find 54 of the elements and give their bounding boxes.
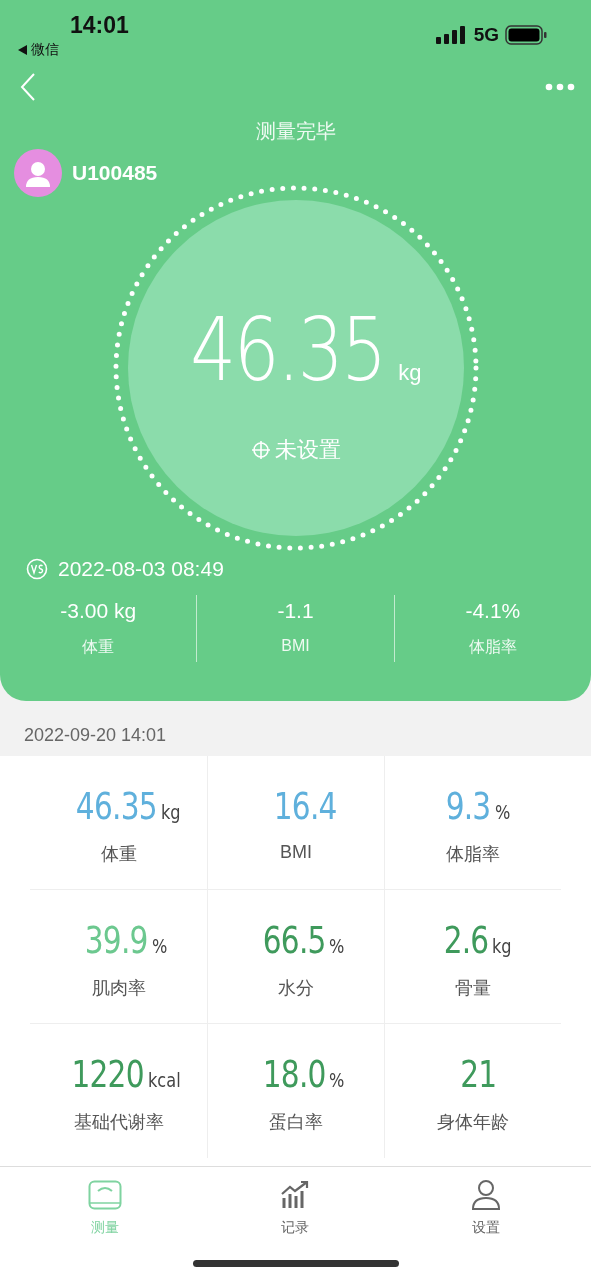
battery-icon [505, 25, 547, 45]
weight-value: 46.35 [190, 297, 385, 401]
metric-unit: % [494, 801, 511, 823]
metric-unit: % [151, 935, 168, 957]
metric-unit: kg [492, 935, 512, 957]
metric-label: 体脂率 [446, 843, 500, 866]
metric-value: 9.3 [445, 784, 491, 828]
status-time: 14:01 [70, 12, 129, 39]
compare-date: 2022-08-03 08:49 [58, 557, 224, 581]
metric-label: 肌肉率 [91, 977, 146, 1000]
metric-label: 水分 [278, 977, 314, 1000]
back-app-link[interactable]: 微信 [31, 41, 59, 59]
metric-value: 39.9 [84, 918, 148, 962]
metric-unit: kg [160, 801, 181, 823]
metric-label: 骨量 [455, 977, 491, 1000]
record-date: 2022-09-20 14:01 [24, 725, 167, 745]
home-indicator[interactable] [192, 1260, 399, 1267]
target-icon [250, 439, 271, 460]
metric-label: 蛋白率 [269, 1111, 323, 1134]
network-type: 5G [473, 24, 499, 46]
tab[interactable]: 记录 [200, 1167, 391, 1238]
compare-value: -4.1% [465, 599, 521, 623]
tab[interactable]: 设置 [390, 1167, 581, 1238]
compare-label: BMI [281, 637, 310, 655]
page-title: 测量完毕 [254, 119, 337, 144]
metric-value: 21 [460, 1052, 497, 1096]
metric-label: 身体年龄 [437, 1111, 509, 1134]
compare-value: -1.1 [277, 599, 314, 623]
metric-label: 基础代谢率 [73, 1111, 164, 1134]
metric-value: 16.4 [273, 784, 337, 828]
metric-value: 2.6 [443, 918, 489, 962]
metric-value: 18.0 [262, 1052, 326, 1096]
compare-value: -3.00 kg [60, 599, 137, 623]
compare-label: 体重 [82, 637, 115, 657]
metric-unit: % [329, 1069, 345, 1091]
metric-unit: % [329, 935, 345, 957]
metric-label: BMI [280, 842, 312, 863]
back-icon[interactable] [20, 72, 36, 102]
more-icon[interactable] [545, 83, 575, 91]
metric-value: 46.35 [75, 784, 157, 828]
scale-icon [88, 1179, 123, 1211]
metric-value: 66.5 [262, 918, 326, 962]
metric-value: 1220 [71, 1052, 144, 1096]
metric-label: 体重 [100, 843, 137, 866]
signal-icon [435, 26, 468, 44]
weight-unit: kg [398, 359, 422, 386]
back-triangle-icon [18, 45, 27, 55]
metric-unit: kcal [147, 1069, 181, 1091]
vs-icon [26, 558, 48, 580]
avatar-icon[interactable] [14, 149, 62, 197]
person-icon [470, 1179, 501, 1211]
user-id: U100485 [72, 161, 158, 185]
chart-icon [280, 1179, 311, 1211]
compare-label: 体脂率 [468, 637, 517, 657]
